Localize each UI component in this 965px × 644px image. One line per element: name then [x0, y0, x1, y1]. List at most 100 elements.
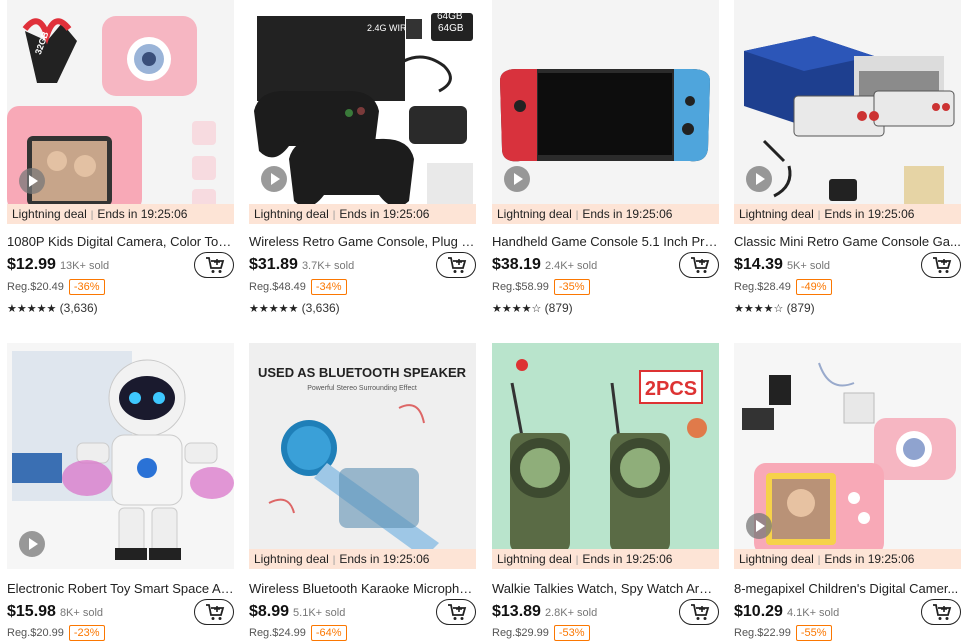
- product-title[interactable]: 1080P Kids Digital Camera, Color Toy ...: [7, 234, 234, 249]
- sold-count: 5.1K+ sold: [293, 607, 346, 619]
- discount-badge: -23%: [68, 625, 105, 641]
- price-row: $13.89 2.8K+ sold: [492, 599, 719, 625]
- sold-count: 13K+ sold: [59, 260, 110, 272]
- price: $14.39: [734, 256, 783, 273]
- cart-icon: [448, 604, 467, 620]
- storage-badge: 64GB: [437, 11, 463, 22]
- regular-price-row: Reg.$48.49 -34%: [249, 279, 347, 297]
- rating-stars: ★★★★★: [7, 303, 57, 315]
- discount-badge: -53%: [553, 625, 590, 641]
- regular-price-row: Reg.$20.99 -23%: [7, 625, 105, 643]
- rating-stars: ★★★★☆: [734, 303, 784, 315]
- add-to-cart-button[interactable]: [921, 599, 961, 625]
- price-row: $38.19 2.4K+ sold: [492, 252, 719, 278]
- discount-badge: -64%: [310, 625, 347, 641]
- cart-icon: [448, 257, 467, 273]
- discount-badge: -36%: [68, 279, 105, 295]
- product-title[interactable]: Wireless Bluetooth Karaoke Micropho...: [249, 581, 476, 596]
- walkie-talkie-watch-icon[interactable]: 2PCS: [492, 343, 719, 549]
- play-video-icon[interactable]: [19, 168, 45, 194]
- price: $8.99: [249, 603, 290, 620]
- kids-camera-icon[interactable]: [734, 343, 961, 549]
- game-controllers-icon[interactable]: 2.4G WIRELESS 64GB: [249, 0, 476, 204]
- add-to-cart-button[interactable]: [436, 599, 476, 625]
- cart-icon: [206, 604, 225, 620]
- add-to-cart-button[interactable]: [436, 252, 476, 278]
- lightning-deal-bar: Lightning deal | Ends in 19:25:06: [492, 204, 719, 224]
- sold-count: 8K+ sold: [59, 607, 104, 619]
- rating-row: ★★★★☆ (879): [492, 301, 573, 317]
- product-title[interactable]: Walkie Talkies Watch, Spy Watch Arm...: [492, 581, 719, 596]
- review-count: (3,636): [301, 301, 340, 315]
- product-title[interactable]: Electronic Robert Toy Smart Space As...: [7, 581, 234, 596]
- regular-price-row: Reg.$28.49 -49%: [734, 279, 832, 297]
- play-video-icon[interactable]: [746, 513, 772, 539]
- svg-text:2PCS: 2PCS: [645, 378, 697, 400]
- robot-toy-icon[interactable]: [7, 343, 234, 569]
- review-count: (879): [544, 301, 573, 315]
- svg-text:2.4G WIRELESS: 2.4G WIRELESS: [367, 23, 436, 33]
- lightning-deal-bar: Lightning deal | Ends in 19:25:06: [492, 549, 719, 569]
- price-row: $10.29 4.1K+ sold: [734, 599, 961, 625]
- cart-icon: [691, 604, 710, 620]
- sold-count: 2.4K+ sold: [544, 260, 598, 272]
- price: $15.98: [7, 603, 56, 620]
- product-grid: Lightning deal | Ends in 19:25:06 1080P Ki…: [0, 0, 965, 644]
- cart-icon: [206, 257, 225, 273]
- svg-text:64GB: 64GB: [438, 23, 464, 34]
- rating-stars: ★★★★☆: [492, 303, 542, 315]
- handheld-console-icon[interactable]: [492, 0, 719, 204]
- sold-count: 2.8K+ sold: [544, 607, 598, 619]
- cart-icon: [933, 257, 952, 273]
- lightning-deal-bar: Lightning deal | Ends in 19:25:06: [734, 549, 961, 569]
- price-row: $12.99 13K+ sold: [7, 252, 234, 278]
- lightning-deal-bar: Lightning deal | Ends in 19:25:06: [249, 549, 476, 569]
- review-count: (3,636): [59, 301, 98, 315]
- price-row: $15.98 8K+ sold: [7, 599, 234, 625]
- product-title[interactable]: Wireless Retro Game Console, Plug &...: [249, 234, 476, 249]
- add-to-cart-button[interactable]: [921, 252, 961, 278]
- rating-stars: ★★★★★: [249, 303, 299, 315]
- play-video-icon[interactable]: [19, 531, 45, 557]
- price-row: $31.89 3.7K+ sold: [249, 252, 476, 278]
- discount-badge: -49%: [795, 279, 832, 295]
- sold-count: 4.1K+ sold: [786, 607, 840, 619]
- add-to-cart-button[interactable]: [194, 252, 234, 278]
- rating-row: ★★★★☆ (879): [734, 301, 815, 317]
- price: $31.89: [249, 256, 298, 273]
- play-video-icon[interactable]: [746, 166, 772, 192]
- rating-row: ★★★★★ (3,636): [7, 301, 98, 317]
- discount-badge: -55%: [795, 625, 832, 641]
- play-video-icon[interactable]: [261, 166, 287, 192]
- add-to-cart-button[interactable]: [194, 599, 234, 625]
- price: $10.29: [734, 603, 783, 620]
- add-to-cart-button[interactable]: [679, 599, 719, 625]
- review-count: (879): [786, 301, 815, 315]
- product-title[interactable]: Handheld Game Console 5.1 Inch Pro ...: [492, 234, 719, 249]
- price-row: $14.39 5K+ sold: [734, 252, 961, 278]
- sold-count: 5K+ sold: [786, 260, 831, 272]
- cart-icon: [691, 257, 710, 273]
- discount-badge: -34%: [310, 279, 347, 295]
- svg-text:USED AS BLUETOOTH SPEAKER: USED AS BLUETOOTH SPEAKER: [258, 365, 467, 380]
- price-row: $8.99 5.1K+ sold: [249, 599, 476, 625]
- svg-text:Powerful Stereo Surrounding Ef: Powerful Stereo Surrounding Effect: [307, 385, 417, 392]
- lightning-deal-bar: Lightning deal | Ends in 19:25:06: [249, 204, 476, 224]
- lightning-deal-bar: Lightning deal | Ends in 19:25:06: [734, 204, 961, 224]
- regular-price-row: Reg.$20.49 -36%: [7, 279, 105, 297]
- sold-count: 3.7K+ sold: [301, 260, 355, 272]
- product-title[interactable]: 8-megapixel Children's Digital Camer...: [734, 581, 961, 596]
- price: $38.19: [492, 256, 541, 273]
- regular-price-row: Reg.$24.99 -64%: [249, 625, 347, 643]
- product-title[interactable]: Classic Mini Retro Game Console Ga...: [734, 234, 961, 249]
- cart-icon: [933, 604, 952, 620]
- retro-console-icon[interactable]: [734, 0, 961, 204]
- add-to-cart-button[interactable]: [679, 252, 719, 278]
- play-video-icon[interactable]: [504, 166, 530, 192]
- price: $12.99: [7, 256, 56, 273]
- discount-badge: -35%: [553, 279, 590, 295]
- rating-row: ★★★★★ (3,636): [249, 301, 340, 317]
- regular-price-row: Reg.$58.99 -35%: [492, 279, 590, 297]
- karaoke-microphone-icon[interactable]: USED AS BLUETOOTH SPEAKER Powerful Stere…: [249, 343, 476, 549]
- price: $13.89: [492, 603, 541, 620]
